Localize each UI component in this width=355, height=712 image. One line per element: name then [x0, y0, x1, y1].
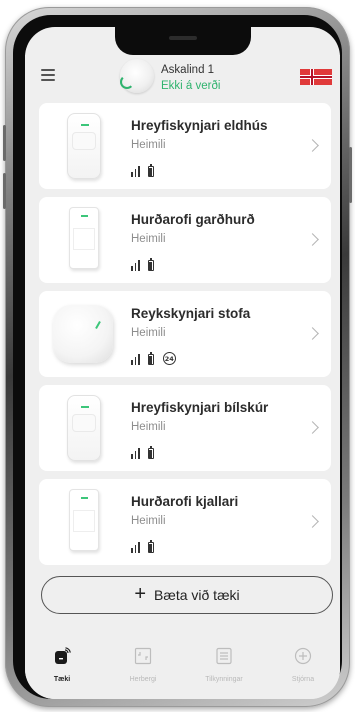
- device-icon: [55, 647, 71, 664]
- tab-label: Tæki: [53, 676, 71, 683]
- add-device-button[interactable]: + Bæta við tæki: [41, 576, 333, 614]
- motion-detector-image: [57, 109, 111, 183]
- tab-label: Tilkynningar: [205, 676, 243, 683]
- device-card[interactable]: Hreyfiskynjari bílskúr Heimili: [39, 385, 331, 471]
- door-sensor-image: [57, 203, 111, 277]
- battery-icon: [147, 258, 154, 271]
- device-room: Heimili: [131, 327, 166, 339]
- room-icon: [134, 647, 152, 665]
- door-sensor-image: [57, 485, 111, 559]
- device-room: Heimili: [131, 515, 166, 527]
- chevron-right-icon: [306, 327, 319, 340]
- power-button: [349, 147, 352, 203]
- device-room: Heimili: [131, 233, 166, 245]
- smoke-detector-image: [53, 297, 113, 371]
- tab-devices[interactable]: Tæki: [27, 647, 97, 683]
- chevron-right-icon: [306, 515, 319, 528]
- battery-icon: [147, 164, 154, 177]
- signal-strength-icon: [131, 448, 140, 459]
- add-device-label: Bæta við tæki: [154, 587, 240, 603]
- hub-name[interactable]: Askalind 1: [161, 64, 214, 76]
- app-screen: Askalind 1 Ekki á verði Hreyfiskynjari e…: [25, 27, 340, 699]
- device-name: Reykskynjari stofa: [131, 306, 251, 321]
- device-name: Hreyfiskynjari eldhús: [131, 118, 268, 133]
- phone-notch: [115, 27, 251, 55]
- chevron-right-icon: [306, 421, 319, 434]
- plus-icon: +: [134, 583, 147, 605]
- battery-icon: [147, 446, 154, 459]
- device-card[interactable]: Reykskynjari stofa Heimili 24: [39, 291, 331, 377]
- app-header: Askalind 1 Ekki á verði: [25, 55, 340, 103]
- hamburger-menu-icon[interactable]: [41, 69, 55, 81]
- tab-notifications[interactable]: Tilkynningar: [189, 647, 259, 683]
- device-card[interactable]: Hreyfiskynjari eldhús Heimili: [39, 103, 331, 189]
- battery-icon: [147, 540, 154, 553]
- signal-strength-icon: [131, 354, 140, 365]
- tab-control[interactable]: Stjórna: [268, 647, 338, 683]
- device-room: Heimili: [131, 139, 166, 151]
- chevron-right-icon: [306, 139, 319, 152]
- icelandic-flag-icon[interactable]: [300, 69, 332, 85]
- chevron-right-icon: [306, 233, 319, 246]
- bottom-tab-bar: Tæki Herbergi Tilkynningar Stjórna: [25, 639, 340, 699]
- battery-icon: [147, 352, 154, 365]
- signal-strength-icon: [131, 166, 140, 177]
- motion-detector-image: [57, 391, 111, 465]
- tab-label: Herbergi: [129, 676, 157, 683]
- notifications-icon: [216, 647, 232, 665]
- volume-up-button: [3, 125, 6, 161]
- hub-status: Ekki á verði: [161, 80, 221, 92]
- device-card[interactable]: Hurðarofi garðhurð Heimili: [39, 197, 331, 283]
- device-room: Heimili: [131, 421, 166, 433]
- 24h-zone-icon: 24: [162, 352, 176, 365]
- tab-label: Stjórna: [291, 676, 315, 683]
- device-name: Hurðarofi kjallari: [131, 494, 239, 509]
- tab-rooms[interactable]: Herbergi: [108, 647, 178, 683]
- device-name: Hurðarofi garðhurð: [131, 212, 255, 227]
- volume-down-button: [3, 173, 6, 209]
- device-name: Hreyfiskynjari bílskúr: [131, 400, 269, 415]
- signal-strength-icon: [131, 260, 140, 271]
- hub-status-ring-icon: [120, 75, 134, 89]
- control-icon: [294, 647, 312, 665]
- signal-strength-icon: [131, 542, 140, 553]
- device-card[interactable]: Hurðarofi kjallari Heimili: [39, 479, 331, 565]
